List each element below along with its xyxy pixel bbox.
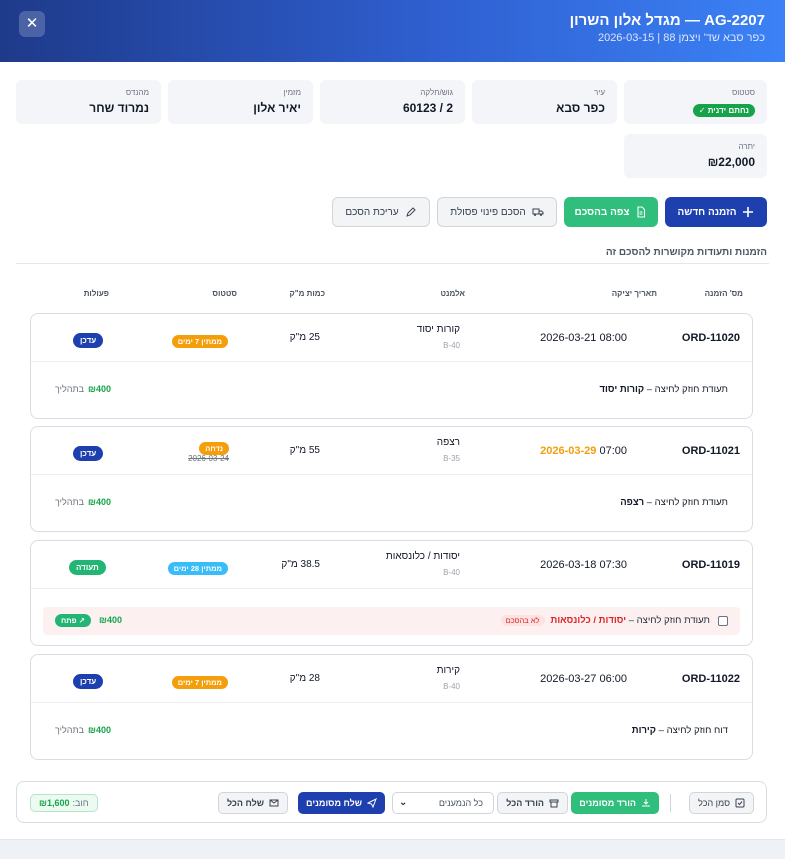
order-date: 2026-03-18 07:30 <box>540 559 627 571</box>
orderer-label: מזמין <box>283 88 301 97</box>
engineer-card: מהנדס נמרוד שחר <box>16 80 161 124</box>
order-date: 2026-03-21 08:00 <box>540 332 627 344</box>
send-selected-button[interactable]: שלח מסומנים <box>298 792 385 814</box>
element-name: קירות <box>436 665 460 676</box>
block-card: גוש/חלקה 60123 / 2 <box>320 80 465 124</box>
order-row[interactable]: ORD-11020 2026-03-21 08:00 קורות יסוד B-… <box>30 313 753 419</box>
order-qty: 55 מ"ק <box>289 445 320 456</box>
order-number: ORD-11021 <box>681 445 740 457</box>
order-qty: 38.5 מ"ק <box>281 559 320 570</box>
download-icon <box>642 799 650 807</box>
view-agreement-button[interactable]: צפה בהסכם <box>564 197 658 227</box>
order-date: 2026-03-29 07:00 <box>540 445 627 457</box>
th-status: סטטוס <box>212 289 237 298</box>
order-row[interactable]: ORD-11022 2026-03-27 06:00 קירות B-40 28… <box>30 654 753 760</box>
th-created: תאריך יציקה <box>611 289 657 298</box>
update-button[interactable]: עדכן <box>73 671 104 689</box>
modal-bottom-strip <box>0 839 785 859</box>
debt-badge: חוב: ₪1,600 <box>30 794 98 812</box>
status-label: סטטוס <box>731 88 755 97</box>
th-actions: פעולות <box>83 289 109 298</box>
archive-icon <box>549 799 559 808</box>
status-pill: ממתין 28 ימים <box>167 558 228 576</box>
section-title: הזמנות ותעודות מקושרות להסכם זה <box>605 247 767 258</box>
certificate-amount: ₪400 <box>99 615 122 625</box>
open-certificate-button[interactable]: פתח ↗ <box>55 614 91 627</box>
order-number: ORD-11022 <box>681 673 740 685</box>
order-number: ORD-11020 <box>681 332 740 344</box>
certificate-label: תעודת חוזק לחיצה – רצפה <box>620 497 728 508</box>
element-name: יסודות / כלונסאות <box>385 551 460 562</box>
engineer-value: נמרוד שחר <box>89 101 149 115</box>
pencil-icon <box>405 207 416 217</box>
city-label: עיר <box>593 88 605 97</box>
download-selected-button[interactable]: הורד מסומנים <box>571 792 659 814</box>
bulk-actions-bar: סמן הכל הורד מסומנים הורד הכל כל הנמענים… <box>16 781 767 823</box>
not-in-agreement-tag: לא בהסכם <box>500 615 545 626</box>
chevron-down-icon: ⌄ <box>399 797 408 808</box>
city-value: כפר סבא <box>556 101 605 115</box>
new-order-button[interactable]: הזמנה חדשה <box>665 197 767 227</box>
download-all-button[interactable]: הורד הכל <box>497 792 568 814</box>
certificate-amount: ₪400בתהליך <box>55 725 112 735</box>
document-icon <box>637 206 646 218</box>
city-card: עיר כפר סבא <box>472 80 617 124</box>
element-name: קורות יסוד <box>416 324 460 335</box>
th-qty: כמות מ"ק <box>289 289 325 298</box>
order-row[interactable]: ORD-11021 2026-03-29 07:00 רצפה B-35 55 … <box>30 426 753 532</box>
order-qty: 25 מ"ק <box>289 332 320 343</box>
edit-agreement-button[interactable]: עריכת הסכם <box>332 197 430 227</box>
th-order-no: מס' הזמנה <box>704 289 743 298</box>
certificate-checkbox[interactable] <box>718 616 728 626</box>
checkbox-icon <box>735 798 745 808</box>
mail-icon <box>269 799 279 807</box>
old-date: 2026-03-24 <box>188 454 229 463</box>
send-all-button[interactable]: שלח הכל <box>217 792 288 814</box>
certificate-label: תעודת חוזק לחיצה – קורות יסוד <box>599 384 728 395</box>
section-divider <box>16 263 769 264</box>
engineer-label: מהנדס <box>125 88 149 97</box>
certificate-label: דוח חוזק לחיצה – קירות <box>631 725 728 736</box>
block-value: 60123 / 2 <box>402 101 453 115</box>
balance-value: ₪22,000 <box>707 155 755 169</box>
orderer-value: יאיר אלון <box>253 101 301 115</box>
modal-header: AG-2207 — מגדל אלון השרון כפר סבא שד' וי… <box>0 0 785 62</box>
status-pill: ממתין 7 ימים <box>171 331 228 349</box>
certificate-label: תעודת חוזק לחיצה – יסודות / כלונסאותלא ב… <box>500 615 710 626</box>
update-button[interactable]: עדכן <box>73 330 104 348</box>
element-grade: B-40 <box>443 568 460 577</box>
close-button[interactable]: ✕ <box>19 11 45 37</box>
status-badge: נחתם ידנית ✓ <box>692 104 755 117</box>
plus-icon <box>743 207 754 217</box>
order-number: ORD-11019 <box>681 559 740 571</box>
status-card: סטטוס נחתם ידנית ✓ <box>624 80 767 124</box>
modal-subtitle: כפר סבא שד' ויצמן 88 | 2026-03-15 <box>597 32 765 44</box>
agreement-modal: AG-2207 — מגדל אלון השרון כפר סבא שד' וי… <box>0 0 785 859</box>
recipients-select[interactable]: כל הנמענים ⌄ <box>392 792 494 814</box>
truck-icon <box>532 208 544 216</box>
update-button[interactable]: עדכן <box>73 443 104 461</box>
balance-card: יתרה ₪22,000 <box>624 134 767 178</box>
order-row[interactable]: ORD-11019 2026-03-18 07:30 יסודות / כלונ… <box>30 540 753 646</box>
certificate-amount: ₪400בתהליך <box>55 384 112 394</box>
certificate-button[interactable]: תעודה <box>69 557 106 575</box>
select-all-button[interactable]: סמן הכל <box>689 792 754 814</box>
modal-title: AG-2207 — מגדל אלון השרון <box>569 12 765 29</box>
element-grade: B-40 <box>443 341 460 350</box>
element-grade: B-40 <box>443 682 460 691</box>
order-qty: 28 מ"ק <box>289 673 320 684</box>
element-name: רצפה <box>436 437 460 448</box>
orderer-card: מזמין יאיר אלון <box>168 80 313 124</box>
close-icon: ✕ <box>25 15 39 32</box>
balance-label: יתרה <box>738 142 755 151</box>
send-icon <box>367 798 377 808</box>
certificate-amount: ₪400בתהליך <box>55 497 112 507</box>
th-element: אלמנט <box>440 289 465 298</box>
element-grade: B-35 <box>443 454 460 463</box>
order-date: 2026-03-27 06:00 <box>540 673 627 685</box>
block-label: גוש/חלקה <box>420 88 453 97</box>
status-pill: ממתין 7 ימים <box>171 672 228 690</box>
certificate-row-warning: תעודת חוזק לחיצה – יסודות / כלונסאותלא ב… <box>43 607 740 635</box>
waste-agreement-button[interactable]: הסכם פינוי פסולת <box>437 197 557 227</box>
